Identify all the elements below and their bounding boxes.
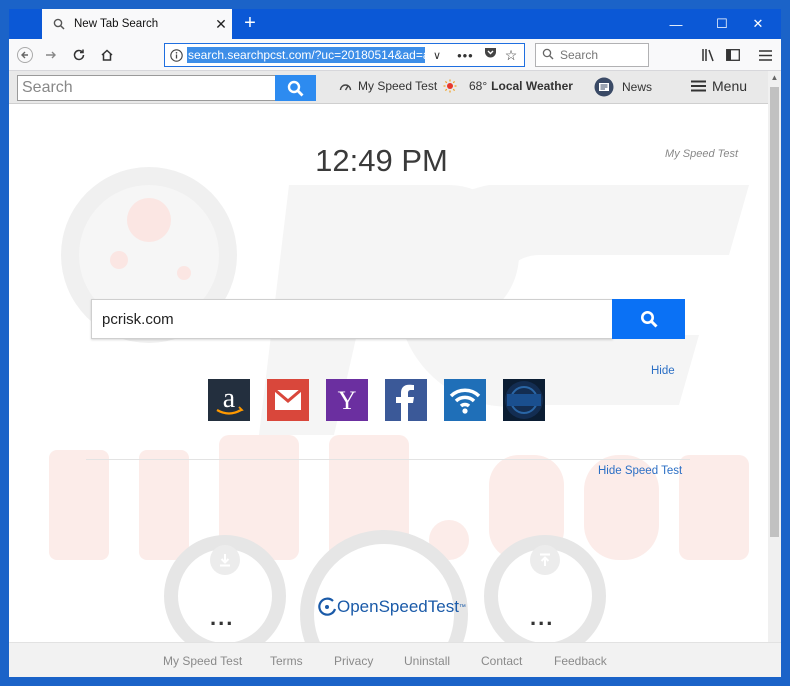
pocket-icon[interactable] [484, 46, 497, 64]
section-divider [86, 459, 690, 460]
gmail-icon [274, 388, 302, 410]
tab-strip: New Tab Search ✕ + — ☐ ✕ [9, 9, 781, 39]
home-icon [101, 49, 113, 61]
extension-toolbar: Search My Speed Test 68° Local Weather N… [9, 71, 768, 104]
openspeedtest-logo: OpenSpeedTest ™ [317, 597, 466, 617]
close-window-button[interactable]: ✕ [735, 9, 781, 39]
amazon-shortcut[interactable]: a [208, 379, 250, 421]
toolbar-search-input[interactable]: Search [17, 75, 276, 101]
tab-new-tab-search[interactable]: New Tab Search ✕ [42, 9, 232, 39]
page-scrollbar[interactable]: ▲ [768, 71, 781, 642]
bookmark-star-icon[interactable]: ☆ [505, 47, 518, 64]
sidebar-icon [726, 49, 740, 61]
forward-button[interactable] [39, 44, 63, 66]
home-button[interactable] [95, 44, 119, 66]
clock: 12:49 PM [315, 143, 448, 178]
speed-shortcut[interactable] [503, 379, 545, 421]
footer-link-uninstall[interactable]: Uninstall [404, 654, 450, 668]
footer-link-contact[interactable]: Contact [481, 654, 522, 668]
browser-search-placeholder: Search [560, 48, 599, 62]
speed-logo-icon [505, 381, 543, 419]
amazon-icon: a [216, 383, 244, 415]
footer-link-my-speed-test[interactable]: My Speed Test [163, 654, 242, 668]
gmail-shortcut[interactable] [267, 379, 309, 421]
search-icon [287, 80, 304, 96]
hamburger-icon [758, 49, 772, 61]
openspeedtest-logo-icon [318, 597, 337, 616]
library-icon [702, 49, 714, 62]
info-icon[interactable] [165, 48, 187, 62]
yahoo-shortcut[interactable]: Y [326, 379, 368, 421]
main-speed-gauge[interactable] [300, 530, 468, 642]
main-search-value: pcrisk.com [102, 310, 174, 328]
search-icon [52, 17, 66, 31]
url-bar[interactable]: search.searchpcst.com/?uc=20180514&ad=ap… [164, 43, 525, 67]
my-speed-test-link[interactable]: My Speed Test [665, 148, 738, 160]
toolbar-menu-label: Menu [712, 78, 748, 94]
openspeedtest-logo-text: OpenSpeedTest [337, 597, 459, 616]
hide-shortcuts-link[interactable]: Hide [651, 365, 675, 377]
search-icon [542, 48, 554, 63]
navigation-bar: search.searchpcst.com/?uc=20180514&ad=ap… [9, 39, 781, 71]
footer-link-terms[interactable]: Terms [270, 654, 303, 668]
news-icon [594, 77, 614, 97]
page-footer: My Speed Test Terms Privacy Uninstall Co… [9, 642, 781, 677]
toolbar-weather-label: Local Weather [491, 79, 573, 93]
yahoo-icon: Y [338, 386, 357, 415]
speedometer-icon [339, 81, 352, 92]
scroll-thumb[interactable] [770, 87, 779, 537]
browser-search-box[interactable]: Search [535, 43, 649, 67]
sidebar-button[interactable] [721, 44, 745, 66]
toolbar-news[interactable]: News [594, 77, 652, 97]
url-text[interactable]: search.searchpcst.com/?uc=20180514&ad=ap [187, 47, 425, 63]
facebook-icon [396, 384, 414, 421]
reload-button[interactable] [67, 44, 91, 66]
svg-text:a: a [223, 383, 236, 414]
toolbar-speed-test-label: My Speed Test [358, 79, 438, 93]
tab-title: New Tab Search [74, 18, 159, 30]
scroll-up-arrow-icon[interactable]: ▲ [768, 71, 781, 84]
shortcut-tiles: a Y [208, 379, 562, 421]
footer-link-feedback[interactable]: Feedback [554, 654, 607, 668]
footer-link-privacy[interactable]: Privacy [334, 654, 373, 668]
toolbar-weather[interactable]: 68° Local Weather [443, 79, 573, 93]
minimize-button[interactable]: — [653, 9, 699, 39]
close-tab-icon[interactable]: ✕ [210, 16, 232, 33]
wifi-icon [449, 388, 481, 414]
toolbar-search-placeholder: Search [22, 79, 73, 96]
toolbar-menu[interactable]: Menu [691, 78, 747, 94]
wifi-shortcut[interactable] [444, 379, 486, 421]
chevron-down-icon[interactable]: ∨ [433, 49, 441, 62]
new-tab-button[interactable]: + [237, 11, 263, 37]
hide-speed-test-link[interactable]: Hide Speed Test [598, 465, 682, 477]
sun-icon [443, 79, 457, 93]
page-actions-icon[interactable]: ••• [457, 48, 474, 63]
hamburger-icon [691, 80, 706, 92]
page-content: 12:49 PM My Speed Test pcrisk.com Hide a [9, 105, 768, 642]
toolbar-news-label: News [622, 80, 653, 94]
browser-window: New Tab Search ✕ + — ☐ ✕ search.searchpc… [9, 9, 781, 677]
library-button[interactable] [697, 44, 721, 66]
download-arrow-icon [210, 545, 240, 575]
toolbar-search-button[interactable] [275, 75, 316, 101]
download-value: ... [210, 605, 235, 630]
back-arrow-icon [17, 47, 33, 63]
toolbar-temperature: 68° [469, 79, 488, 93]
hamburger-menu-button[interactable] [753, 44, 777, 66]
main-search-input[interactable]: pcrisk.com [91, 299, 613, 339]
forward-arrow-icon [46, 51, 56, 59]
toolbar-speed-test[interactable]: My Speed Test [339, 79, 437, 93]
upload-value: ... [530, 605, 555, 630]
facebook-shortcut[interactable] [385, 379, 427, 421]
back-button[interactable] [13, 44, 37, 66]
svg-text:Y: Y [338, 386, 357, 415]
main-search-button[interactable] [612, 299, 685, 339]
reload-icon [73, 49, 85, 61]
upload-arrow-icon [530, 545, 560, 575]
search-icon [640, 311, 658, 328]
